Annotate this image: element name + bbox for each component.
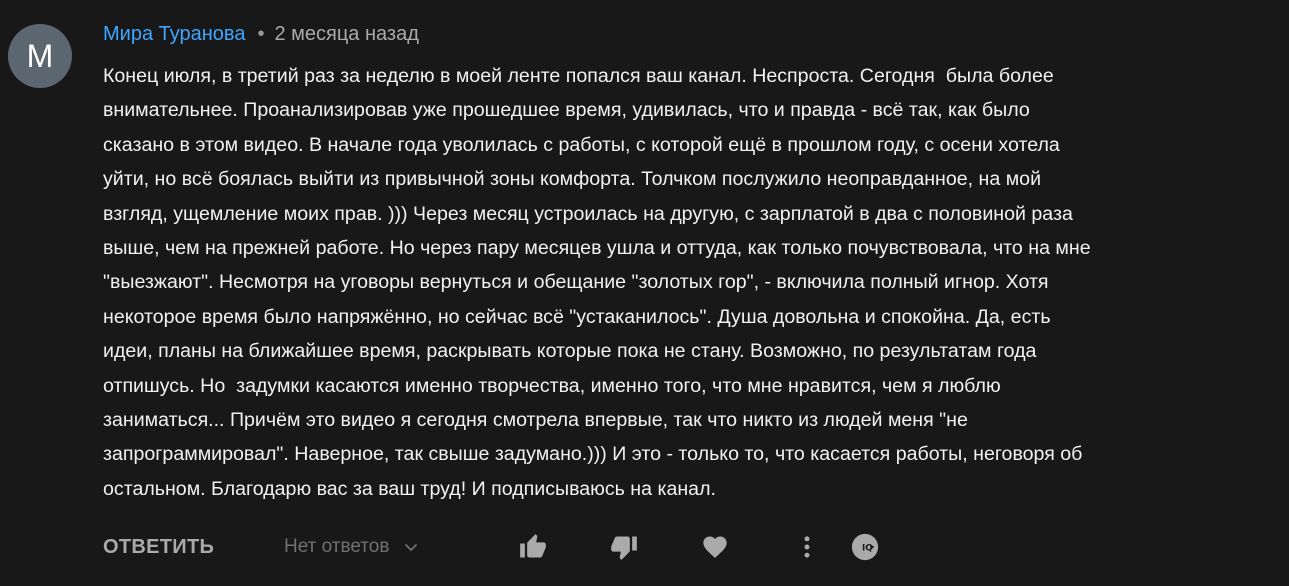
comment-text-line: "выезжают". Несмотря на уговоры вернутьс… xyxy=(103,271,1049,294)
share-icon: IQ xyxy=(851,533,879,561)
comment-text-line: Конец июля, в третий раз за неделю в мое… xyxy=(103,65,1054,87)
author-name[interactable]: Мира Туранова xyxy=(103,23,245,46)
comment-time: 2 месяца назад xyxy=(274,22,419,45)
comment-actions: ОТВЕТИТЬ Нет ответов IQ xyxy=(103,529,1283,565)
comment-text-line: выше, чем на прежней работе. Но через па… xyxy=(103,237,1091,260)
dislike-button[interactable] xyxy=(608,531,640,563)
comment-text-line: внимательнее. Проанализировав уже прошед… xyxy=(103,99,1030,122)
separator-dot: • xyxy=(257,22,265,45)
share-button[interactable]: IQ xyxy=(849,531,881,563)
comment-text-line: заниматься... Причём это видео я сегодня… xyxy=(103,409,968,432)
comment-text-line: сказано в этом видео. В начале года увол… xyxy=(103,133,1060,156)
thumbs-up-icon xyxy=(520,534,546,558)
comment-text: Конец июля, в третий раз за неделю в мое… xyxy=(103,59,1273,506)
chevron-down-icon xyxy=(405,544,418,551)
reply-button[interactable]: ОТВЕТИТЬ xyxy=(103,529,214,565)
comment-text-line: остальном. Благодарю вас за ваш труд! И … xyxy=(103,477,716,500)
avatar[interactable]: M xyxy=(8,24,72,88)
like-button[interactable] xyxy=(517,531,549,563)
more-vert-icon xyxy=(804,536,810,558)
comment-text-line: запрограммировал". Наверное, так свыше з… xyxy=(103,443,1083,466)
comment-text-line: идеи, планы на ближайшее время, раскрыва… xyxy=(103,340,1037,363)
heart-button[interactable] xyxy=(699,531,731,563)
comment-header: Мира Туранова • 2 месяца назад xyxy=(103,20,419,48)
comment-text-line: уйти, но всё боялась выйти из привычной … xyxy=(103,168,1042,191)
replies-label: Нет ответов xyxy=(284,536,390,557)
more-options-button[interactable] xyxy=(791,531,823,563)
heart-icon xyxy=(703,536,727,558)
comment-text-line: некоторое время было напряжённо, но сейч… xyxy=(103,305,1051,328)
comment: M Мира Туранова • 2 месяца назад Конец и… xyxy=(0,0,1289,586)
thumbs-down-icon xyxy=(611,536,637,560)
comment-text-line: отпишусь. Но задумки касаются именно тво… xyxy=(103,374,1001,397)
replies-toggle[interactable]: Нет ответов xyxy=(284,529,419,565)
comment-text-line: взгляд, ущемление моих прав. ))) Через м… xyxy=(103,202,1073,225)
